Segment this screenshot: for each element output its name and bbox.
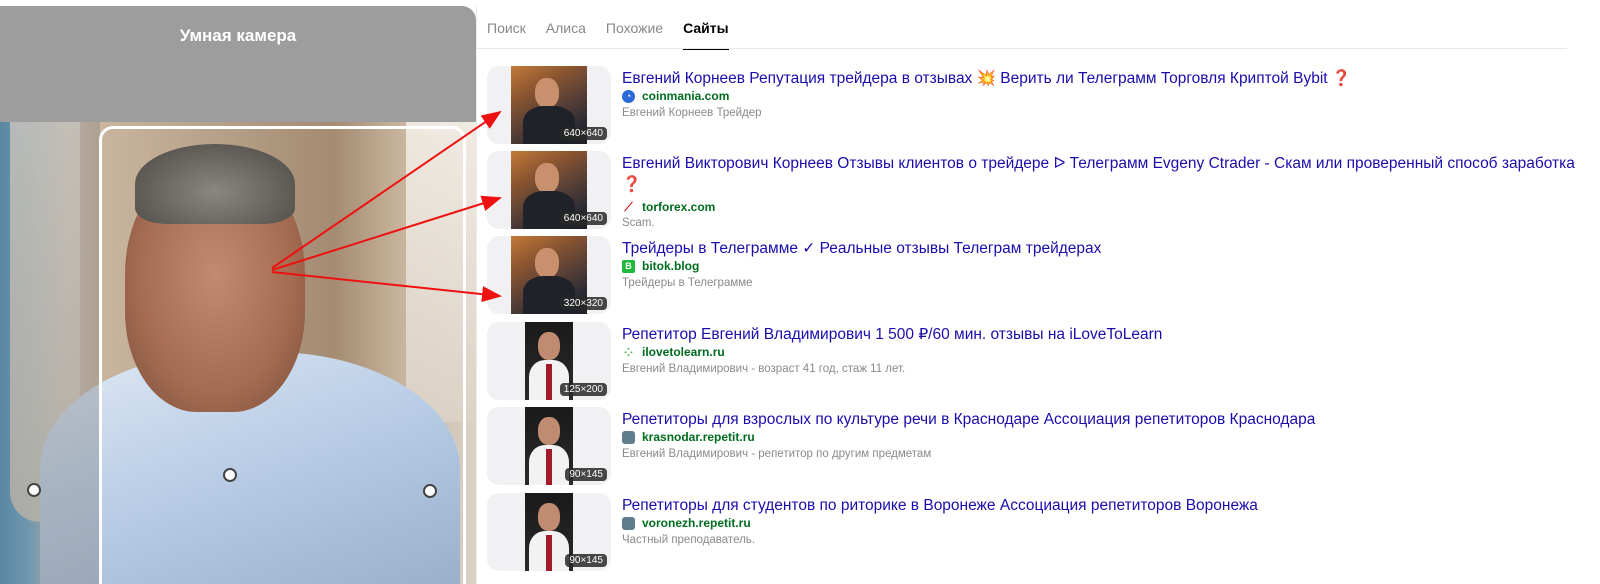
photo-dim-overlay (0, 122, 100, 584)
image-size-badge: 90×145 (565, 554, 607, 567)
result-site-name: coinmania.com (642, 89, 730, 103)
result-site-link[interactable]: B bitok.blog (622, 259, 699, 273)
result-title-link[interactable]: Евгений Викторович Корнеев Отзывы клиент… (622, 153, 1582, 195)
tab-alice[interactable]: Алиса (546, 20, 586, 50)
result-item: 125×200 Репетитор Евгений Владимирович 1… (487, 322, 1587, 400)
globe-icon: ◔ (622, 89, 635, 103)
tab-sites[interactable]: Сайты (683, 20, 729, 50)
result-site-name: krasnodar.repetit.ru (642, 430, 755, 444)
result-site-link[interactable]: ⟋ torforex.com (622, 200, 715, 214)
result-title-link[interactable]: Репетитор Евгений Владимирович 1 500 ₽/6… (622, 324, 1582, 345)
result-item: 320×320 Трейдеры в Телеграмме ✓ Реальные… (487, 236, 1587, 314)
result-item: 640×640 Евгений Корнеев Репутация трейде… (487, 66, 1587, 144)
crop-handle-right[interactable] (423, 484, 437, 498)
result-item: 90×145 Репетиторы для взрослых по культу… (487, 407, 1587, 485)
result-snippet: Трейдеры в Телеграмме (622, 277, 753, 289)
result-title-link[interactable]: Евгений Корнеев Репутация трейдера в отз… (622, 68, 1582, 89)
result-snippet: Scam. (622, 217, 655, 229)
image-size-badge: 640×640 (559, 212, 607, 225)
result-site-link[interactable]: krasnodar.repetit.ru (622, 430, 755, 444)
tabs-bar: Поиск Алиса Похожие Сайты (487, 6, 729, 50)
result-site-name: bitok.blog (642, 259, 700, 273)
result-title-link[interactable]: Репетиторы для взрослых по культуре речи… (622, 409, 1582, 430)
image-size-badge: 640×640 (559, 127, 607, 140)
result-title-link[interactable]: Репетиторы для студентов по риторике в В… (622, 495, 1582, 516)
result-site-name: torforex.com (642, 200, 716, 214)
image-size-badge: 90×145 (565, 468, 607, 481)
result-thumbnail[interactable]: 90×145 (487, 407, 611, 485)
result-snippet: Евгений Владимирович - возраст 41 год, с… (622, 363, 906, 375)
result-snippet: Евгений Корнеев Трейдер (622, 107, 762, 119)
result-site-name: voronezh.repetit.ru (642, 516, 751, 530)
crop-handle-center[interactable] (223, 468, 237, 482)
image-size-badge: 125×200 (559, 383, 607, 396)
result-thumbnail[interactable]: 640×640 (487, 66, 611, 144)
camera-title: Умная камера (179, 26, 297, 45)
result-title-text: Евгений Викторович Корнеев Отзывы клиент… (622, 155, 1575, 172)
tabs-divider (477, 48, 1567, 49)
tab-similar[interactable]: Похожие (606, 20, 663, 50)
result-item: 640×640 Евгений Викторович Корнеев Отзыв… (487, 151, 1587, 229)
smart-camera-panel: Умная камера (0, 6, 476, 584)
result-title-link[interactable]: Трейдеры в Телеграмме ✓ Реальные отзывы … (622, 238, 1582, 259)
image-size-badge: 320×320 (559, 297, 607, 310)
result-thumbnail[interactable]: 640×640 (487, 151, 611, 229)
photo-icon (622, 430, 635, 444)
result-title-text-tail: Верить ли Телеграмм Торговля Криптой Byb… (1000, 70, 1328, 87)
result-item: 90×145 Репетиторы для студентов по ритор… (487, 493, 1587, 571)
result-title-text: Евгений Корнеев Репутация трейдера в отз… (622, 70, 973, 87)
question-icon: ❓ (622, 176, 642, 193)
result-thumbnail[interactable]: 90×145 (487, 493, 611, 571)
bitcoin-icon: B (622, 259, 635, 273)
result-site-name: ilovetolearn.ru (642, 345, 725, 359)
explosion-icon: 💥 (976, 70, 996, 87)
dots-icon: ⁘ (622, 345, 635, 359)
question-icon: ❓ (1331, 70, 1352, 87)
result-site-link[interactable]: ⁘ ilovetolearn.ru (622, 345, 725, 359)
results-panel: Поиск Алиса Похожие Сайты 640×640 Евгени… (476, 6, 1600, 584)
result-snippet: Евгений Владимирович - репетитор по друг… (622, 448, 932, 460)
result-thumbnail[interactable]: 125×200 (487, 322, 611, 400)
photo-icon (622, 516, 635, 530)
result-site-link[interactable]: ◔ coinmania.com (622, 89, 729, 103)
result-site-link[interactable]: voronezh.repetit.ru (622, 516, 751, 530)
crop-handle-left[interactable] (27, 483, 41, 497)
tab-search[interactable]: Поиск (487, 20, 526, 50)
result-thumbnail[interactable]: 320×320 (487, 236, 611, 314)
chart-line-icon: ⟋ (622, 200, 635, 214)
crop-frame[interactable] (99, 126, 466, 584)
result-snippet: Частный преподаватель. (622, 534, 755, 546)
